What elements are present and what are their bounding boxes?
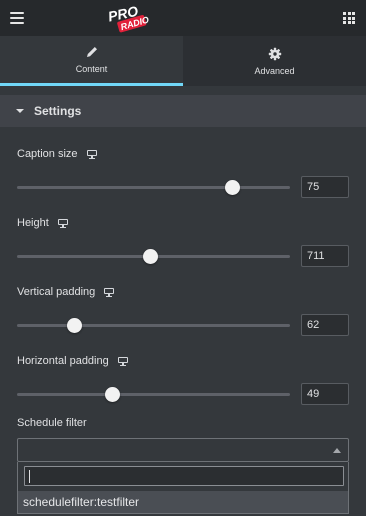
vertical-padding-slider[interactable] <box>17 318 290 333</box>
dropdown-search-input[interactable] <box>24 466 344 486</box>
pro-radio-logo: PRO RADIO <box>107 3 150 33</box>
desktop-icon[interactable] <box>117 356 128 366</box>
horizontal-padding-label-text: Horizontal padding <box>17 355 109 367</box>
caret-down-icon <box>16 109 24 113</box>
horizontal-padding-label: Horizontal padding <box>17 355 128 367</box>
schedule-filter-label: Schedule filter <box>17 417 87 429</box>
height-input[interactable] <box>301 245 349 267</box>
section-title: Settings <box>34 104 82 118</box>
caption-size-slider[interactable] <box>17 180 290 195</box>
schedule-filter-select[interactable] <box>17 438 349 462</box>
caption-size-label: Caption size <box>17 148 97 160</box>
tab-advanced-label: Advanced <box>254 65 295 76</box>
vertical-padding-input[interactable] <box>301 314 349 336</box>
desktop-icon[interactable] <box>86 149 97 159</box>
text-cursor <box>29 470 30 483</box>
caption-size-slider-handle[interactable] <box>225 180 241 195</box>
settings-section-header[interactable]: Settings <box>0 95 366 127</box>
gear-icon <box>268 47 281 60</box>
desktop-icon[interactable] <box>57 218 68 228</box>
tab-advanced[interactable]: Advanced <box>183 36 366 86</box>
schedule-filter-dropdown: schedulefilter:testfilter <box>17 462 349 514</box>
vertical-padding-label-text: Vertical padding <box>17 286 96 298</box>
height-slider-handle[interactable] <box>143 249 159 264</box>
horizontal-padding-slider-handle[interactable] <box>105 387 121 402</box>
panel-tabs: Content Advanced <box>0 36 366 86</box>
tab-content-label: Content <box>75 64 108 74</box>
dropdown-option[interactable]: schedulefilter:testfilter <box>18 491 348 513</box>
vertical-padding-slider-handle[interactable] <box>66 318 82 333</box>
vertical-padding-label: Vertical padding <box>17 286 115 298</box>
caret-up-icon <box>333 448 341 453</box>
height-label-text: Height <box>17 217 49 229</box>
apps-grid-icon[interactable] <box>343 12 355 24</box>
schedule-filter-label-text: Schedule filter <box>17 417 87 429</box>
horizontal-padding-slider[interactable] <box>17 387 290 402</box>
hamburger-menu-icon[interactable] <box>10 12 24 24</box>
top-bar: PRO RADIO <box>0 0 366 36</box>
caption-size-label-text: Caption size <box>17 148 78 160</box>
pencil-icon <box>86 47 97 57</box>
tab-content[interactable]: Content <box>0 36 183 86</box>
caption-size-input[interactable] <box>301 176 349 198</box>
height-label: Height <box>17 217 68 229</box>
desktop-icon[interactable] <box>104 287 115 297</box>
height-slider[interactable] <box>17 249 290 264</box>
horizontal-padding-input[interactable] <box>301 383 349 405</box>
